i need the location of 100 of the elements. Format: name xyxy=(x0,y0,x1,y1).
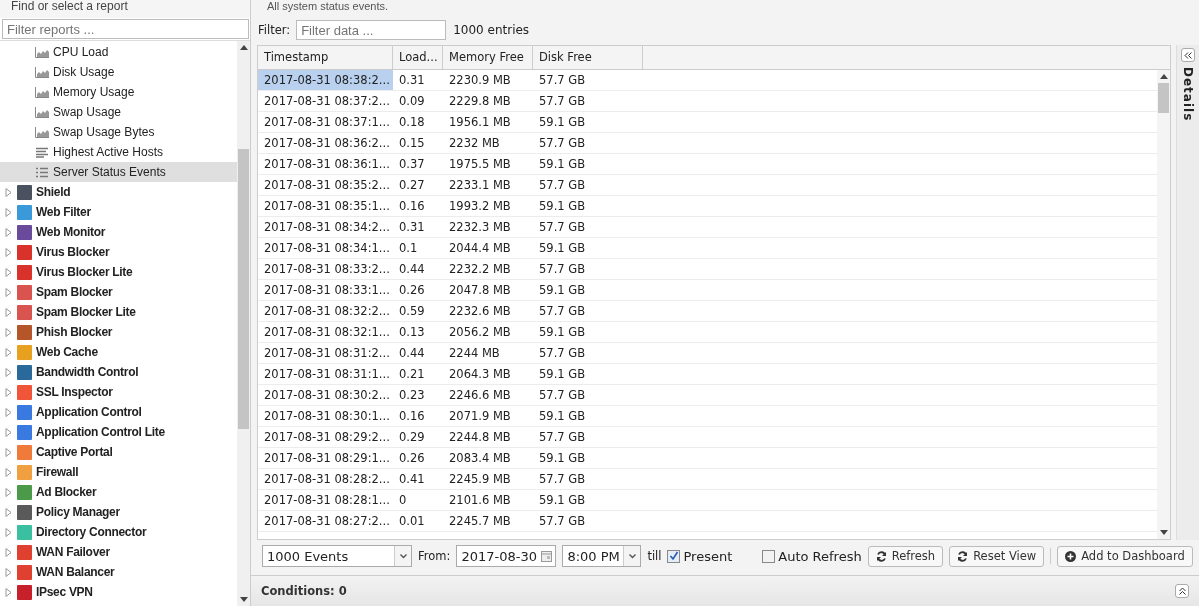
events-limit-dropdown[interactable]: 1000 Events xyxy=(262,545,412,567)
app-tree-item[interactable]: Web Monitor xyxy=(0,222,237,242)
scroll-thumb[interactable] xyxy=(238,149,249,429)
table-cell-text: 2064.3 MB xyxy=(448,366,512,383)
expand-panel-button[interactable] xyxy=(1181,48,1195,62)
report-item[interactable]: Memory Usage xyxy=(0,82,237,102)
scroll-up-arrow-icon[interactable] xyxy=(1159,74,1168,79)
expand-arrow-icon[interactable] xyxy=(5,207,12,217)
expand-arrow-icon[interactable] xyxy=(5,567,12,577)
expand-arrow-icon[interactable] xyxy=(5,367,12,377)
expand-arrow-icon[interactable] xyxy=(5,307,12,317)
app-tree-item[interactable]: Directory Connector xyxy=(0,522,237,542)
table-cell-text: 1975.5 MB xyxy=(448,156,512,173)
add-circle-icon xyxy=(1065,550,1077,562)
report-item[interactable]: CPU Load xyxy=(0,42,237,62)
app-tree-item[interactable]: Captive Portal xyxy=(0,442,237,462)
app-tree-item[interactable]: WAN Failover xyxy=(0,542,237,562)
checkbox[interactable] xyxy=(667,549,681,563)
scroll-thumb[interactable] xyxy=(1158,83,1169,113)
app-tree-item[interactable]: Shield xyxy=(0,182,237,202)
expand-arrow-icon[interactable] xyxy=(5,507,12,517)
report-item[interactable]: Highest Active Hosts xyxy=(0,142,237,162)
app-tree-item[interactable]: Application Control Lite xyxy=(0,422,237,442)
report-item[interactable]: Swap Usage Bytes xyxy=(0,122,237,142)
scrollbar[interactable] xyxy=(237,41,250,606)
expand-arrow-icon[interactable] xyxy=(5,407,12,417)
app-tree-item[interactable]: SSL Inspector xyxy=(0,382,237,402)
expand-arrow-icon[interactable] xyxy=(5,187,12,197)
app-tree-item[interactable]: Firewall xyxy=(0,462,237,482)
filter-reports-field[interactable]: Filter reports ... xyxy=(2,19,249,39)
report-item[interactable]: Swap Usage xyxy=(0,102,237,122)
table-cell-text: 57.7 GB xyxy=(538,261,587,278)
app-tree-item[interactable]: Ad Blocker xyxy=(0,482,237,502)
table-cell-text: 57.7 GB xyxy=(538,93,587,110)
table-cell-text: 2245.9 MB xyxy=(448,471,512,488)
app-tree-item[interactable]: Virus Blocker Lite xyxy=(0,262,237,282)
app-tree-item[interactable]: Virus Blocker xyxy=(0,242,237,262)
table-cell-text: 59.1 GB xyxy=(538,366,587,383)
expand-arrow-icon[interactable] xyxy=(5,347,12,357)
calendar-icon xyxy=(541,550,553,562)
table-cell-text: 2017-08-31 08:34:1... xyxy=(263,240,391,257)
add-to-dashboard-button[interactable]: Add to Dashboard xyxy=(1057,545,1193,567)
date-field[interactable]: 2017-08-30 xyxy=(456,545,557,567)
table-cell-text: 2017-08-31 08:34:2... xyxy=(263,219,391,236)
checkbox[interactable] xyxy=(762,549,776,563)
report-item[interactable]: Disk Usage xyxy=(0,62,237,82)
expand-arrow-icon[interactable] xyxy=(5,327,12,337)
table-cell-text: 2017-08-31 08:33:1... xyxy=(263,282,391,299)
expand-arrow-icon[interactable] xyxy=(5,447,12,457)
filter-data-field[interactable]: Filter data ... xyxy=(296,20,447,40)
refresh-button[interactable]: Reset View xyxy=(949,545,1045,567)
app-tree-item[interactable]: Spam Blocker xyxy=(0,282,237,302)
column-header[interactable]: Disk Free xyxy=(533,46,643,69)
app-tree-item[interactable]: IPsec VPN xyxy=(0,582,237,602)
expand-arrow-icon[interactable] xyxy=(5,527,12,537)
auto-refresh-checkbox[interactable]: Auto Refresh xyxy=(762,548,862,564)
app-tree-item[interactable]: Phish Blocker xyxy=(0,322,237,342)
scroll-down-arrow-icon[interactable] xyxy=(239,597,248,602)
expand-arrow-icon[interactable] xyxy=(5,387,12,397)
table-cell-text: 0.59 xyxy=(398,303,426,320)
expand-arrow-icon[interactable] xyxy=(5,427,12,437)
app-tree-item[interactable]: Policy Manager xyxy=(0,502,237,522)
column-header[interactable]: Load... xyxy=(393,46,443,69)
scroll-up-arrow-icon[interactable] xyxy=(239,45,248,50)
table-cell-text: 2244.8 MB xyxy=(448,429,512,446)
expand-arrow-icon[interactable] xyxy=(5,487,12,497)
table-cell-text: 2017-08-31 08:31:2... xyxy=(263,345,391,362)
time-dropdown[interactable]: 8:00 PM xyxy=(562,545,642,567)
expand-arrow-icon[interactable] xyxy=(5,267,12,277)
expand-arrow-icon[interactable] xyxy=(5,247,12,257)
refresh-button[interactable]: Refresh xyxy=(867,545,944,567)
app-tree-item[interactable]: WAN Balancer xyxy=(0,562,237,582)
table-cell-text: 2017-08-31 08:32:1... xyxy=(263,324,391,341)
app-tree-item[interactable]: Bandwidth Control xyxy=(0,362,237,382)
app-tree-item[interactable]: Spam Blocker Lite xyxy=(0,302,237,322)
entries-count: 1000 entries xyxy=(453,23,530,37)
app-tree-item[interactable]: Application Control xyxy=(0,402,237,422)
expand-arrow-icon[interactable] xyxy=(5,467,12,477)
column-header[interactable]: Memory Free xyxy=(443,46,533,69)
expand-arrow-icon[interactable] xyxy=(5,587,12,597)
expand-arrow-icon[interactable] xyxy=(5,547,12,557)
expand-arrow-icon[interactable] xyxy=(5,227,12,237)
table-cell-text: 2056.2 MB xyxy=(448,324,512,341)
expand-arrow-icon[interactable] xyxy=(5,287,12,297)
table-cell-text: 1956.1 MB xyxy=(448,114,512,131)
table-cell-text: 2229.8 MB xyxy=(448,93,512,110)
table-cell-text: 2244 MB xyxy=(448,345,501,362)
scroll-down-arrow-icon[interactable] xyxy=(1159,530,1168,535)
scrollbar[interactable] xyxy=(1157,46,1170,539)
table-cell-text: 57.7 GB xyxy=(538,471,587,488)
list-icon xyxy=(35,166,49,178)
app-tree-item[interactable]: Web Cache xyxy=(0,342,237,362)
app-tree-item[interactable]: Web Filter xyxy=(0,202,237,222)
column-header[interactable]: Timestamp xyxy=(258,46,393,69)
report-description: All system status events. xyxy=(266,0,390,14)
expand-panel-button[interactable] xyxy=(1175,584,1189,598)
present-checkbox[interactable]: Present xyxy=(667,548,733,564)
table-cell-text: 2232.3 MB xyxy=(448,219,512,236)
report-item[interactable]: Server Status Events xyxy=(0,162,237,182)
table-cell-text: 0.1 xyxy=(398,240,419,257)
